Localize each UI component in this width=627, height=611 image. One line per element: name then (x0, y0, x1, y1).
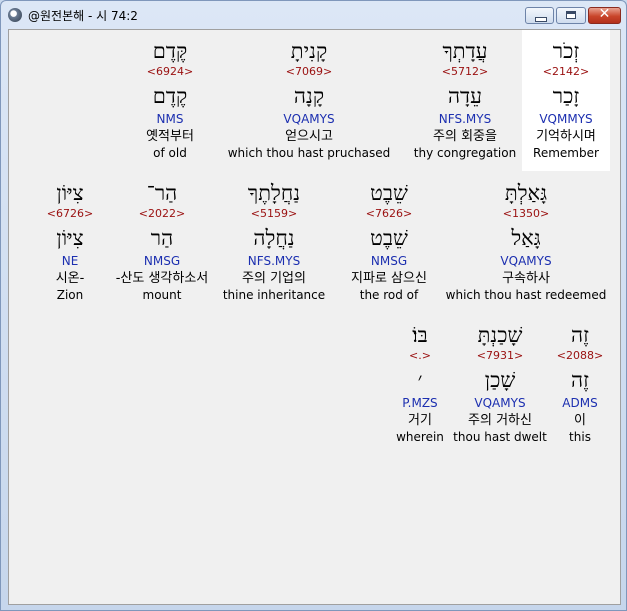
english-translation: mount (142, 288, 182, 302)
strong-number[interactable]: <2142> (522, 64, 610, 80)
hebrew-lemma: זֶה (571, 368, 589, 392)
interlinear-panel[interactable]: זְכֹר <2142> זָכַר VQMMYS 기억하시며 Remember… (8, 29, 621, 605)
hebrew-lemma: זָכַר (552, 84, 580, 108)
hebrew-word: זְכֹר (552, 39, 580, 63)
word-block[interactable]: בּוֹ׃ <.> ׳ P.MZS 거기 wherein (396, 314, 444, 445)
english-translation: wherein (396, 430, 444, 444)
word-block[interactable]: הַר־ <2022> הַר NMSG -산도 생각하소서 mount (116, 172, 209, 303)
strong-number[interactable]: <2088> (557, 348, 603, 364)
hebrew-lemma: נַחֲלָה (253, 226, 295, 250)
minimize-button[interactable] (525, 7, 554, 24)
hebrew-lemma: גָּאַל (511, 226, 541, 250)
strong-number[interactable]: <7931> (453, 348, 547, 364)
morphology-code: NE (61, 254, 79, 268)
strong-number[interactable]: <5159> (223, 206, 325, 222)
word-block[interactable]: נַחֲלָתֶךָ <5159> נַחֲלָה NFS.MYS 주의 기업의… (223, 172, 325, 303)
strong-number[interactable]: <7069> (228, 64, 391, 80)
morphology-code: NFS.MYS (438, 112, 492, 126)
word-block[interactable]: זֶה <2088> זֶה ADMS 이 this (557, 314, 603, 445)
hebrew-word: קָנִיתָ (290, 39, 328, 63)
word-block[interactable]: גָּאַלְתָּ <1350> גָּאַל VQAMYS 구속하사 whi… (446, 172, 607, 303)
morphology-code: NMSG (370, 254, 408, 268)
window-title: @원전본해 - 시 74:2 (28, 9, 138, 23)
morphology-code: NMS (156, 112, 184, 126)
korean-translation: 옛적부터 (146, 129, 194, 144)
strong-number[interactable]: <1350> (446, 206, 607, 222)
hebrew-word: גָּאַלְתָּ (504, 181, 548, 205)
morphology-code: ADMS (562, 396, 598, 410)
korean-translation: -산도 생각하소서 (115, 271, 209, 286)
korean-translation: 지파로 삼으신 (351, 271, 427, 286)
minimize-icon (535, 17, 547, 22)
word-block[interactable]: קֶּדֶם <6924> קֶדֶם NMS 옛적부터 of old (146, 30, 194, 161)
word-block[interactable]: שֵׁבֶט <7626> שֵׁבֶט NMSG 지파로 삼으신 the ro… (351, 172, 427, 303)
morphology-code: VQAMYS (283, 112, 335, 126)
english-translation: thine inheritance (222, 288, 326, 302)
english-translation: Remember (533, 146, 599, 160)
word-block[interactable]: קָנִיתָ <7069> קָנָה VQAMYS 얻으시고 which t… (228, 30, 391, 161)
english-translation: which thou hast redeemed (445, 288, 607, 302)
hebrew-lemma: שֵׁבֶט (370, 226, 408, 250)
word-block[interactable]: עֲדָתְךָ <5712> עֵדָה NFS.MYS 주의 회중을 thy… (414, 30, 516, 161)
morphology-code: P.MZS (402, 396, 438, 410)
english-translation: of old (153, 146, 187, 160)
korean-translation: 기억하시며 (536, 129, 596, 144)
hebrew-word: זֶה (571, 323, 589, 347)
english-translation: thou hast dwelt (453, 430, 547, 444)
morphology-code: NFS.MYS (247, 254, 301, 268)
korean-translation: 시온- (55, 271, 85, 286)
strong-number[interactable]: <6924> (146, 64, 194, 80)
hebrew-word: שֵׁבֶט (370, 181, 408, 205)
english-translation: which thou hast pruchased (227, 146, 391, 160)
title-bar[interactable]: @원전본해 - 시 74:2 ✕ (1, 1, 626, 29)
korean-translation: 주의 회중을 (433, 129, 497, 144)
korean-translation: 얻으시고 (285, 129, 333, 144)
hebrew-lemma: ׳ (417, 368, 423, 392)
strong-number[interactable]: <2022> (116, 206, 209, 222)
hebrew-word: שָׁכַנְתָּ (477, 323, 523, 347)
korean-translation: 주의 거하신 (468, 413, 532, 428)
hebrew-word: עֲדָתְךָ (442, 39, 488, 63)
close-button[interactable]: ✕ (588, 6, 621, 24)
strong-number[interactable]: <6726> (47, 206, 93, 222)
hebrew-word: קֶּדֶם (152, 39, 188, 63)
strong-number[interactable]: <.> (396, 348, 444, 364)
hebrew-lemma: הַר (150, 226, 174, 250)
hebrew-lemma: צִיּוֹן (56, 226, 84, 250)
hebrew-lemma: שָׁכַן (484, 368, 516, 392)
english-translation: the rod of (359, 288, 419, 302)
korean-translation: 구속하사 (502, 271, 550, 286)
close-icon: ✕ (598, 6, 611, 22)
english-translation: thy congregation (413, 146, 517, 160)
hebrew-word: צִיּוֹן (56, 181, 84, 205)
hebrew-word: בּוֹ׃ (412, 323, 428, 347)
korean-translation: 주의 기업의 (242, 271, 306, 286)
word-block[interactable]: זְכֹר <2142> זָכַר VQMMYS 기억하시며 Remember (522, 30, 610, 171)
hebrew-word: הַר־ (146, 181, 178, 205)
morphology-code: VQMMYS (539, 112, 593, 126)
strong-number[interactable]: <5712> (414, 64, 516, 80)
strong-number[interactable]: <7626> (351, 206, 427, 222)
hebrew-lemma: קָנָה (293, 84, 325, 108)
hebrew-lemma: עֵדָה (447, 84, 483, 108)
word-block[interactable]: שָׁכַנְתָּ <7931> שָׁכַן VQAMYS 주의 거하신 t… (453, 314, 547, 445)
korean-translation: 거기 (408, 413, 432, 428)
morphology-code: NMSG (143, 254, 181, 268)
maximize-button[interactable] (556, 7, 586, 24)
maximize-icon (566, 11, 576, 19)
english-translation: this (569, 430, 591, 444)
english-translation: Zion (56, 288, 84, 302)
morphology-code: VQAMYS (474, 396, 526, 410)
app-window: @원전본해 - 시 74:2 ✕ זְכֹר <2142> זָכַר VQMM… (0, 0, 627, 611)
hebrew-word: נַחֲלָתֶךָ (247, 181, 301, 205)
hebrew-lemma: קֶדֶם (152, 84, 188, 108)
word-block[interactable]: צִיּוֹן <6726> צִיּוֹן NE 시온- Zion (47, 172, 93, 303)
korean-translation: 이 (574, 413, 586, 428)
morphology-code: VQAMYS (500, 254, 552, 268)
app-icon[interactable] (8, 8, 22, 22)
